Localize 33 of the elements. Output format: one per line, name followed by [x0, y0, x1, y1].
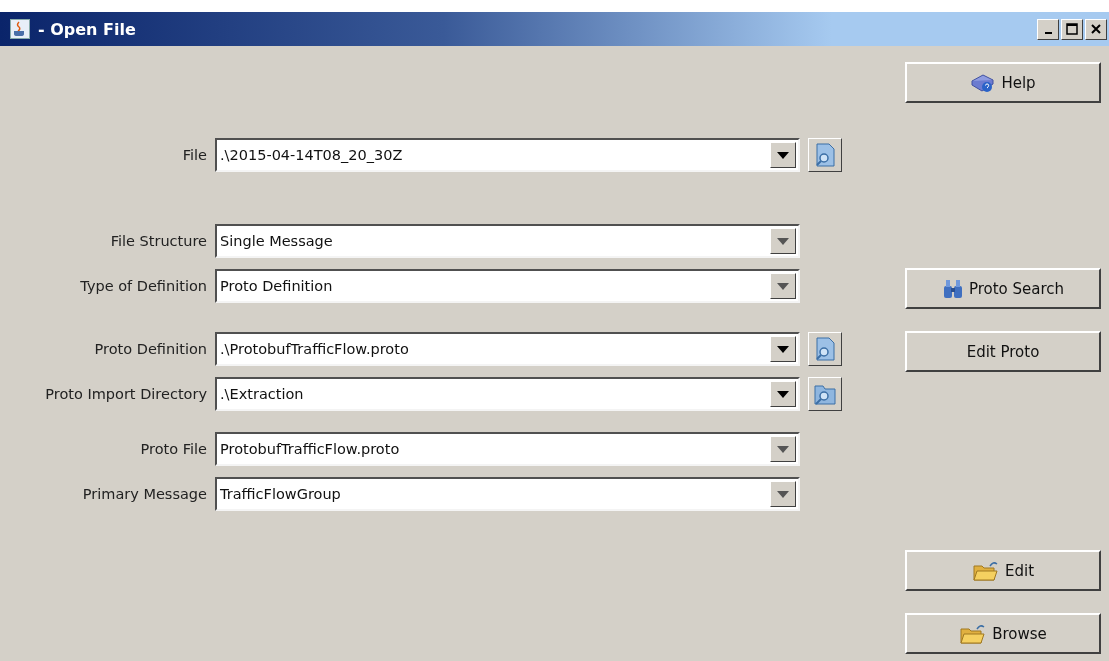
browse-button[interactable] — [808, 377, 842, 411]
field-label: Proto File — [139, 441, 208, 457]
browse-button[interactable] — [808, 332, 842, 366]
field-label: File Structure — [109, 233, 208, 249]
minimize-icon — [1044, 31, 1052, 34]
action-button[interactable]: Edit — [905, 550, 1101, 591]
maximize-icon — [1066, 23, 1078, 35]
folder-icon — [959, 622, 988, 645]
close-icon — [1091, 24, 1101, 34]
combo-box[interactable]: .\2015-04-14T08_20_30Z — [215, 138, 800, 172]
combo-box[interactable]: ProtobufTrafficFlow.proto — [215, 432, 800, 466]
action-button[interactable]: Edit Proto — [905, 331, 1101, 372]
folder-icon — [971, 559, 1000, 582]
combo-box[interactable]: Proto Definition — [215, 269, 800, 303]
binoculars-icon — [941, 278, 964, 299]
combo-box[interactable]: Single Message — [215, 224, 800, 258]
combo-box[interactable]: .\ProtobufTrafficFlow.proto — [215, 332, 800, 366]
field-label: Type of Definition — [79, 278, 208, 294]
field-label: Primary Message — [81, 486, 208, 502]
action-button[interactable]: Browse — [905, 613, 1101, 654]
field-label: File — [181, 147, 208, 163]
browse-button[interactable] — [808, 138, 842, 172]
combo-box[interactable]: TrafficFlowGroup — [215, 477, 800, 511]
close-button[interactable] — [1085, 18, 1107, 40]
window-title: - Open File — [38, 19, 137, 39]
maximize-button[interactable] — [1061, 18, 1083, 40]
field-label: Proto Import Directory — [44, 386, 208, 402]
java-cup-icon — [10, 19, 30, 39]
field-label: Proto Definition — [93, 341, 208, 357]
action-button[interactable]: Proto Search — [905, 268, 1101, 309]
minimize-button[interactable] — [1037, 18, 1059, 40]
combo-box[interactable]: .\Extraction — [215, 377, 800, 411]
action-button[interactable]: Help — [905, 62, 1101, 103]
